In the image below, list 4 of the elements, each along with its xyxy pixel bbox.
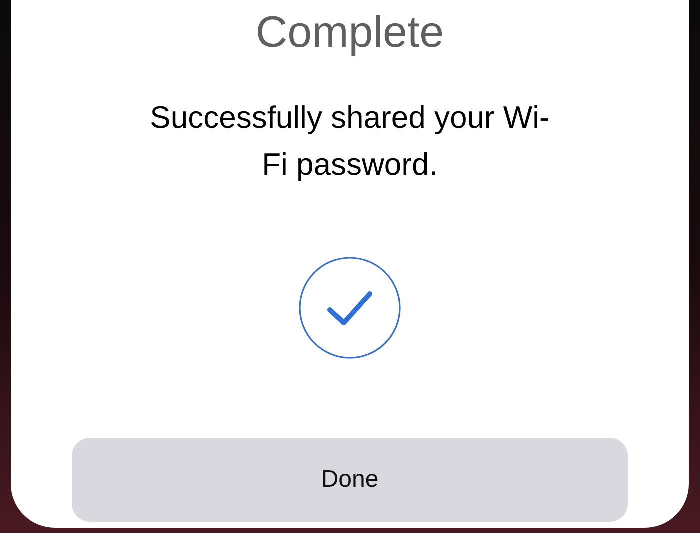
done-button[interactable]: Done [72,438,628,522]
dialog-title: Complete [256,8,444,58]
checkmark-icon [298,256,402,360]
dialog-message: Successfully shared your Wi-Fi password. [149,99,551,184]
